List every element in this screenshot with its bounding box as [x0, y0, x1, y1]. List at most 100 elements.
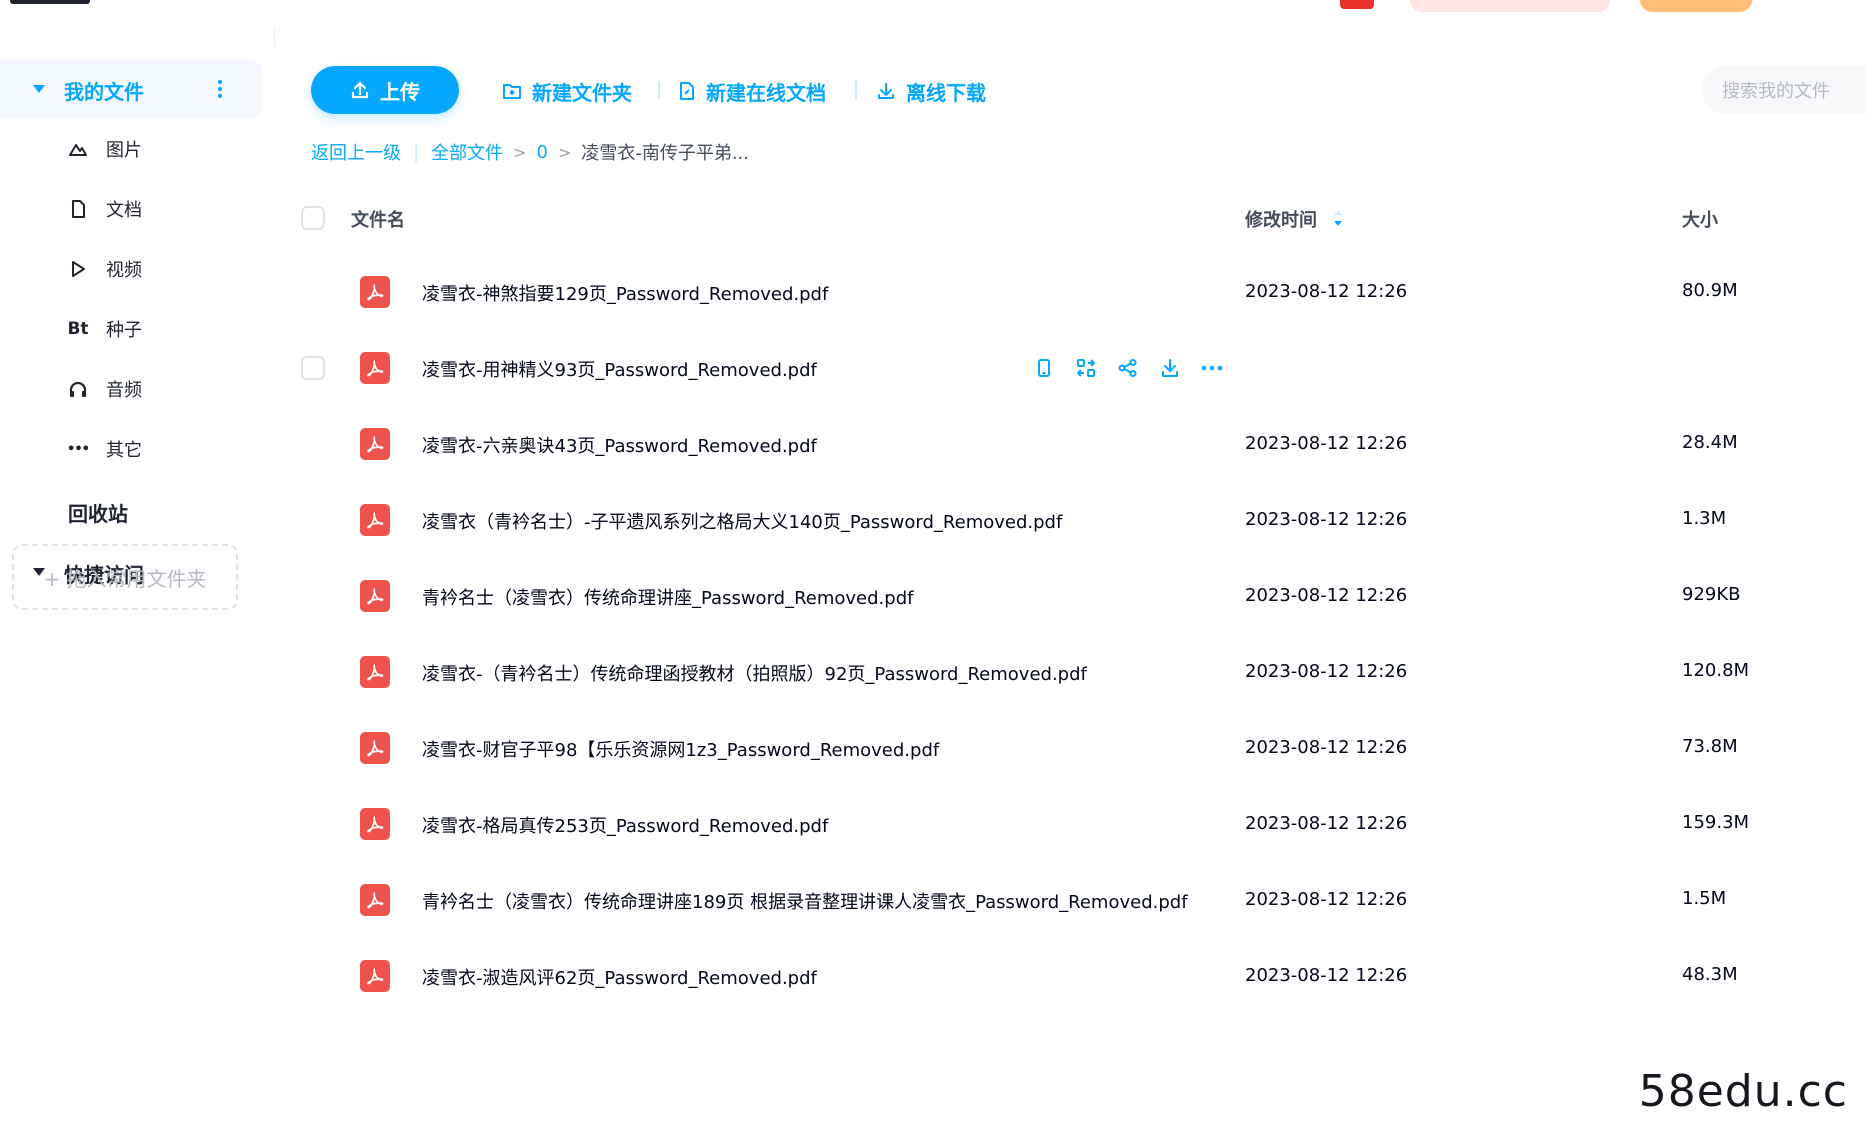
column-header-name[interactable]: 文件名: [351, 206, 405, 232]
file-size: 73.8M: [1682, 736, 1738, 757]
file-modified: 2023-08-12 12:26: [1245, 509, 1408, 530]
download-icon: [878, 83, 894, 99]
pdf-file-icon: [360, 884, 390, 916]
breadcrumb: 返回上一级 | 全部文件 > 0 > 凌雪衣-南传子平弟...: [311, 138, 749, 166]
file-name[interactable]: 凌雪衣-用神精义93页_Password_Removed.pdf: [422, 356, 817, 382]
file-modified: 2023-08-12 12:26: [1245, 965, 1408, 986]
new-folder-label: 新建文件夹: [532, 80, 632, 105]
row-checkbox[interactable]: [301, 356, 325, 380]
quick-access-drop-zone[interactable]: + 拖入常用文件夹: [12, 544, 238, 610]
table-header: 文件名 修改时间 大小: [300, 198, 1866, 238]
sidebar-my-files-label[interactable]: 我的文件: [64, 76, 144, 105]
sidebar-recycle-bin[interactable]: 回收站: [68, 498, 128, 527]
sidebar-item-label: 图片: [106, 140, 142, 161]
file-name[interactable]: 凌雪衣-格局真传253页_Password_Removed.pdf: [422, 812, 828, 838]
select-all-checkbox[interactable]: [301, 206, 325, 230]
sidebar-item-documents[interactable]: 文档: [66, 194, 142, 224]
breadcrumb-folder[interactable]: 0: [536, 142, 547, 163]
new-online-doc-label: 新建在线文档: [706, 80, 826, 105]
table-row[interactable]: 青衿名士（凌雪衣）传统命理讲座_Password_Removed.pdf 2023…: [300, 558, 1866, 634]
file-name[interactable]: 青衿名士（凌雪衣）传统命理讲座189页 根据录音整理讲课人凌雪衣_Passwor…: [422, 888, 1188, 914]
chevron-right-icon: >: [513, 142, 527, 162]
more-icon: •••: [67, 441, 90, 457]
pdf-file-icon: [360, 960, 390, 992]
table-row[interactable]: 凌雪衣（青衿名士）-子平遗风系列之格局大义140页_Password_Remov…: [300, 482, 1866, 558]
file-name[interactable]: 凌雪衣-淑造风评62页_Password_Removed.pdf: [422, 964, 817, 990]
sidebar-item-label: 种子: [106, 320, 142, 341]
vip-button[interactable]: [1640, 0, 1752, 12]
kebab-menu-icon[interactable]: [218, 80, 222, 98]
search-input[interactable]: 搜索我的文件: [1702, 66, 1866, 114]
headphones-icon: [66, 377, 90, 401]
row-actions: [1030, 354, 1240, 382]
table-row[interactable]: 青衿名士（凌雪衣）传统命理讲座189页 根据录音整理讲课人凌雪衣_Passwor…: [300, 862, 1866, 938]
caret-down-icon[interactable]: [33, 85, 45, 93]
file-modified: 2023-08-12 12:26: [1245, 889, 1408, 910]
file-modified: 2023-08-12 12:26: [1245, 585, 1408, 606]
video-icon: [66, 257, 90, 281]
upload-label: 上传: [380, 79, 420, 104]
more-icon[interactable]: [1198, 354, 1226, 382]
sidebar-item-torrents[interactable]: Bt 种子: [66, 314, 142, 344]
table-row[interactable]: 凌雪衣-神煞指要129页_Password_Removed.pdf 2023-08…: [300, 254, 1866, 330]
new-folder-button[interactable]: 新建文件夹: [502, 74, 632, 108]
sidebar-item-audio[interactable]: 音频: [66, 374, 142, 404]
file-name[interactable]: 凌雪衣-（青衿名士）传统命理函授教材（拍照版）92页_Password_Remo…: [422, 660, 1087, 686]
file-modified: 2023-08-12 12:26: [1245, 737, 1408, 758]
file-name[interactable]: 凌雪衣-财官子平98【乐乐资源网1z3_Password_Removed.pdf: [422, 736, 939, 762]
download-icon[interactable]: [1156, 354, 1184, 382]
upload-button[interactable]: 上传: [311, 66, 459, 114]
breadcrumb-divider: |: [413, 141, 420, 163]
offline-download-label: 离线下载: [906, 80, 986, 105]
file-size: 159.3M: [1682, 812, 1750, 833]
pdf-file-icon: [360, 656, 390, 688]
image-icon: [66, 137, 90, 161]
table-row[interactable]: 凌雪衣-（青衿名士）传统命理函授教材（拍照版）92页_Password_Remo…: [300, 634, 1866, 710]
doc-edit-icon: [680, 82, 694, 100]
phone-icon[interactable]: [1030, 354, 1058, 382]
table-row[interactable]: 凌雪衣-六亲奥诀43页_Password_Removed.pdf 2023-08-…: [300, 406, 1866, 482]
sidebar-item-videos[interactable]: 视频: [66, 254, 142, 284]
sort-icon[interactable]: [1332, 208, 1344, 228]
file-size: 1.5M: [1682, 888, 1727, 909]
file-name[interactable]: 凌雪衣-六亲奥诀43页_Password_Removed.pdf: [422, 432, 817, 458]
app-logo: [10, 0, 90, 4]
sidebar-item-other[interactable]: ••• 其它: [66, 434, 142, 464]
offline-download-button[interactable]: 离线下载: [876, 74, 986, 108]
toolbar-separator: [658, 81, 660, 99]
file-name[interactable]: 青衿名士（凌雪衣）传统命理讲座_Password_Removed.pdf: [422, 584, 913, 610]
pdf-file-icon: [360, 504, 390, 536]
upload-icon: [351, 81, 369, 99]
column-header-size[interactable]: 大小: [1682, 206, 1718, 232]
breadcrumb-back[interactable]: 返回上一级: [311, 139, 401, 165]
breadcrumb-current: 凌雪衣-南传子平弟...: [581, 143, 750, 164]
breadcrumb-all-files[interactable]: 全部文件: [431, 139, 503, 165]
pdf-file-icon: [360, 580, 390, 612]
file-size: 80.9M: [1682, 280, 1738, 301]
gift-icon[interactable]: [1340, 0, 1374, 9]
bt-icon: Bt: [67, 319, 89, 339]
promo-banner[interactable]: [1410, 0, 1610, 12]
sidebar-item-images[interactable]: 图片: [66, 134, 142, 164]
table-row[interactable]: 凌雪衣-财官子平98【乐乐资源网1z3_Password_Removed.pdf…: [300, 710, 1866, 786]
chevron-right-icon: >: [557, 142, 572, 162]
file-size: 120.8M: [1682, 660, 1750, 681]
file-size: 1.3M: [1682, 508, 1727, 529]
pdf-file-icon: [360, 428, 390, 460]
file-name[interactable]: 凌雪衣（青衿名士）-子平遗风系列之格局大义140页_Password_Remov…: [422, 508, 1062, 534]
sidebar-item-label: 文档: [106, 200, 142, 221]
table-row[interactable]: 凌雪衣-用神精义93页_Password_Removed.pdf: [300, 330, 1866, 406]
file-name[interactable]: 凌雪衣-神煞指要129页_Password_Removed.pdf: [422, 280, 828, 306]
share-icon[interactable]: [1114, 354, 1142, 382]
new-online-doc-button[interactable]: 新建在线文档: [678, 74, 826, 108]
file-size: 929KB: [1682, 584, 1741, 605]
table-row[interactable]: 凌雪衣-淑造风评62页_Password_Removed.pdf 2023-08-…: [300, 938, 1866, 1014]
pdf-file-icon: [360, 808, 390, 840]
convert-icon[interactable]: [1072, 354, 1100, 382]
document-icon: [66, 197, 90, 221]
file-modified: 2023-08-12 12:26: [1245, 281, 1408, 302]
file-size: 48.3M: [1682, 964, 1738, 985]
column-header-modified[interactable]: 修改时间: [1245, 206, 1317, 232]
top-bar: [0, 0, 1866, 14]
table-row[interactable]: 凌雪衣-格局真传253页_Password_Removed.pdf 2023-08…: [300, 786, 1866, 862]
